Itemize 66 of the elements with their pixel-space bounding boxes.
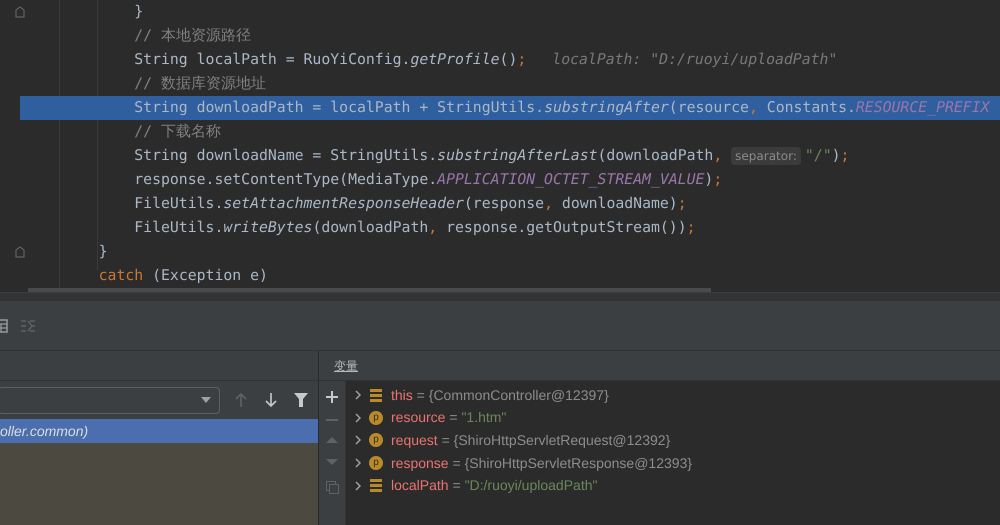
filter-icon[interactable] <box>294 393 308 407</box>
code-token: FileUtils. <box>133 194 224 214</box>
code-token: (downloadPath <box>312 218 428 238</box>
caret-icon <box>201 397 211 403</box>
code-token: String localPath = RuoYiConfig. <box>133 50 410 70</box>
code-token: (Exception e) <box>152 266 268 286</box>
code-token: } <box>133 2 144 22</box>
variable-entry[interactable]: localPath = "D:/ruoyi/uploadPath" <box>391 475 598 496</box>
inline-value-hint: localPath: "D:/ruoyi/uploadPath" <box>552 50 838 70</box>
code-token: ; <box>678 194 687 214</box>
code-token: response.setContentType(MediaType. <box>133 170 438 190</box>
field-icon <box>370 479 382 492</box>
variable-entry[interactable]: this = {CommonController@12397} <box>391 384 609 406</box>
variables-tab[interactable]: 变量 <box>334 356 358 374</box>
parameter-icon: p <box>369 410 383 425</box>
variable-entry[interactable]: request = {ShiroHttpServletRequest@12392} <box>391 430 670 451</box>
stack-frame-row[interactable]: oller.common) <box>0 419 318 443</box>
copy-icon[interactable] <box>326 481 338 494</box>
code-token: () <box>500 50 518 70</box>
code-token: , <box>713 146 724 166</box>
variable-entry[interactable]: response = {ShiroHttpServletResponse@12393} <box>391 452 692 474</box>
code-token: RESOURCE_PREFIX <box>856 98 990 118</box>
code-token: downloadName) <box>562 194 678 214</box>
code-token: catch <box>98 266 144 286</box>
variable-entry[interactable]: resource = "1.htm" <box>391 407 506 428</box>
move-down-icon[interactable] <box>326 459 338 465</box>
add-icon[interactable] <box>326 391 338 403</box>
code-token: (resource <box>668 98 749 118</box>
down-arrow-icon[interactable] <box>265 393 277 407</box>
fold-icon[interactable] <box>15 246 25 258</box>
code-token: , <box>544 194 554 214</box>
code-token: Constants. <box>766 98 856 118</box>
code-token: ; <box>713 170 722 190</box>
code-token: ; <box>840 146 850 166</box>
list-settings-icon[interactable] <box>20 318 36 332</box>
code-token: APPLICATION_OCTET_STREAM_VALUE <box>437 170 704 190</box>
code-token: } <box>98 242 108 262</box>
code-token: // 本地资源路径 <box>133 26 251 46</box>
code-token: ) <box>832 146 841 166</box>
parameter-hint: separator: <box>731 147 801 165</box>
field-icon <box>370 388 382 402</box>
move-up-icon[interactable] <box>326 437 338 443</box>
thread-dropdown[interactable] <box>0 386 220 414</box>
code-token: substringAfterLast <box>437 146 598 166</box>
code-token: getProfile <box>410 50 500 70</box>
code-token: ; <box>517 50 526 70</box>
code-token: String downloadPath = localPath + StringUtils. <box>133 98 544 118</box>
code-token: substringAfter <box>544 98 669 118</box>
code-token: , <box>428 218 438 238</box>
code-token: ; <box>686 218 696 238</box>
code-token: ) <box>704 170 714 190</box>
code-token: // 下载名称 <box>133 122 221 142</box>
code-token: FileUtils. <box>133 218 224 238</box>
fold-icon[interactable] <box>15 6 25 18</box>
code-token: response.getOutputStream()) <box>446 218 687 238</box>
code-token: (response <box>464 194 544 214</box>
code-token: writeBytes <box>223 218 312 238</box>
up-arrow-icon[interactable] <box>235 393 247 407</box>
code-token: setAttachmentResponseHeader <box>223 194 464 214</box>
code-token: "/" <box>804 146 832 166</box>
code-token: , <box>748 98 759 118</box>
code-token: // 数据库资源地址 <box>133 74 266 94</box>
code-token: (downloadPath <box>598 146 714 166</box>
parameter-icon: p <box>369 433 383 448</box>
parameter-icon: p <box>369 456 383 470</box>
code-token: String downloadName = StringUtils. <box>133 146 438 166</box>
